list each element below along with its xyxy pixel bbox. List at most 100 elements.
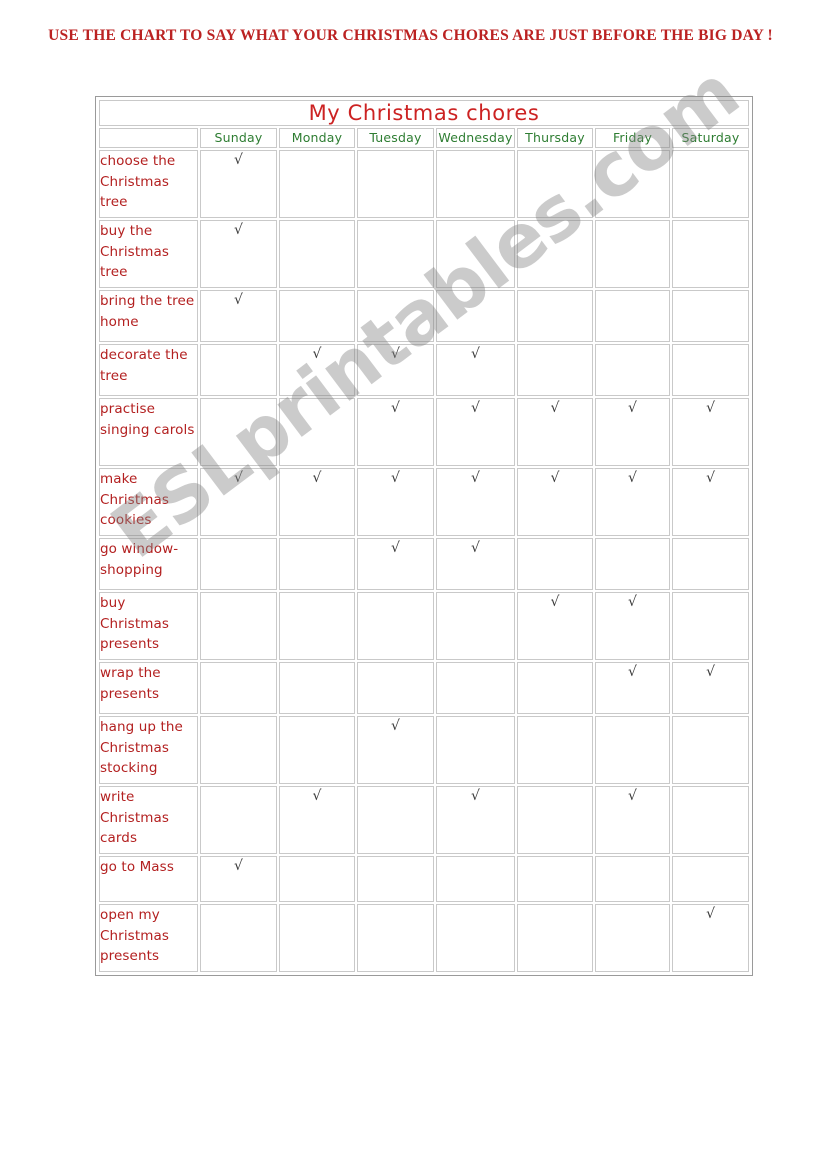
chore-check-cell[interactable]: √ [672,662,750,714]
chore-check-cell[interactable] [672,592,750,660]
chore-check-cell[interactable] [279,856,355,902]
chore-check-cell[interactable] [357,290,434,342]
chore-check-cell[interactable] [357,592,434,660]
chore-check-cell[interactable] [279,662,355,714]
chore-check-cell[interactable]: √ [595,468,670,536]
chore-check-cell[interactable] [672,538,750,590]
chore-check-cell[interactable] [279,220,355,288]
chore-check-cell[interactable] [279,716,355,784]
chore-check-cell[interactable]: √ [517,592,593,660]
chore-check-cell[interactable]: √ [672,904,750,972]
check-icon: √ [471,346,480,362]
check-icon: √ [706,400,715,416]
chore-check-cell[interactable]: √ [357,716,434,784]
chore-check-cell[interactable] [517,344,593,396]
chore-check-cell[interactable] [200,786,277,854]
chore-label: buy the Christmas tree [100,223,169,281]
chore-check-cell[interactable]: √ [357,398,434,466]
chore-check-cell[interactable]: √ [200,856,277,902]
check-icon: √ [234,152,243,168]
chore-check-cell[interactable]: √ [200,150,277,218]
chore-label: go to Mass [100,859,174,875]
chore-check-cell[interactable] [672,716,750,784]
chore-check-cell[interactable] [279,398,355,466]
chore-check-cell[interactable] [357,904,434,972]
chore-check-cell[interactable]: √ [672,398,750,466]
chore-check-cell[interactable] [595,538,670,590]
chore-check-cell[interactable] [595,150,670,218]
chore-check-cell[interactable] [672,290,750,342]
chore-check-cell[interactable] [672,150,750,218]
chore-label: make Christmas cookies [100,471,169,529]
chore-check-cell[interactable] [200,716,277,784]
chore-check-cell[interactable] [200,398,277,466]
chore-check-cell[interactable] [436,150,515,218]
chore-check-cell[interactable] [595,220,670,288]
chore-check-cell[interactable] [200,662,277,714]
chore-check-cell[interactable] [595,716,670,784]
chore-check-cell[interactable]: √ [200,468,277,536]
chore-check-cell[interactable] [595,856,670,902]
chore-check-cell[interactable]: √ [595,786,670,854]
chore-check-cell[interactable] [200,538,277,590]
chore-check-cell[interactable]: √ [517,468,593,536]
chore-check-cell[interactable]: √ [436,786,515,854]
chore-check-cell[interactable] [436,220,515,288]
chore-check-cell[interactable] [672,786,750,854]
chore-check-cell[interactable] [517,220,593,288]
chore-check-cell[interactable]: √ [672,468,750,536]
chore-check-cell[interactable]: √ [200,290,277,342]
chore-check-cell[interactable] [672,344,750,396]
chore-check-cell[interactable] [595,290,670,342]
chore-check-cell[interactable] [672,220,750,288]
chore-check-cell[interactable] [436,904,515,972]
chore-check-cell[interactable]: √ [595,592,670,660]
chore-check-cell[interactable]: √ [436,398,515,466]
chore-check-cell[interactable] [279,538,355,590]
chore-check-cell[interactable]: √ [200,220,277,288]
chore-check-cell[interactable] [517,290,593,342]
chore-check-cell[interactable] [279,592,355,660]
chore-check-cell[interactable] [436,290,515,342]
chore-check-cell[interactable]: √ [436,538,515,590]
chore-check-cell[interactable] [357,150,434,218]
chore-check-cell[interactable] [517,716,593,784]
chore-label-cell: wrap the presents [99,662,198,714]
chore-check-cell[interactable]: √ [357,468,434,536]
chore-check-cell[interactable] [517,150,593,218]
chore-check-cell[interactable]: √ [595,398,670,466]
chore-label-cell: choose the Christmas tree [99,150,198,218]
chore-check-cell[interactable] [200,592,277,660]
chore-check-cell[interactable] [357,662,434,714]
chore-check-cell[interactable]: √ [279,344,355,396]
chore-check-cell[interactable]: √ [436,468,515,536]
chore-check-cell[interactable] [357,856,434,902]
chore-check-cell[interactable] [279,150,355,218]
chore-check-cell[interactable]: √ [357,344,434,396]
chore-check-cell[interactable] [200,904,277,972]
chore-check-cell[interactable] [517,662,593,714]
chore-check-cell[interactable] [436,592,515,660]
chore-check-cell[interactable] [279,904,355,972]
check-icon: √ [628,400,637,416]
chore-check-cell[interactable] [279,290,355,342]
chore-check-cell[interactable]: √ [595,662,670,714]
chore-check-cell[interactable] [436,716,515,784]
chore-check-cell[interactable] [672,856,750,902]
chore-check-cell[interactable]: √ [279,468,355,536]
chore-check-cell[interactable] [517,904,593,972]
chore-check-cell[interactable] [200,344,277,396]
chore-check-cell[interactable]: √ [517,398,593,466]
chore-check-cell[interactable] [436,856,515,902]
chore-check-cell[interactable] [357,220,434,288]
chore-check-cell[interactable] [357,786,434,854]
chore-check-cell[interactable]: √ [436,344,515,396]
chore-check-cell[interactable] [436,662,515,714]
chore-check-cell[interactable] [595,344,670,396]
chore-check-cell[interactable]: √ [279,786,355,854]
chore-check-cell[interactable] [517,786,593,854]
chore-check-cell[interactable]: √ [357,538,434,590]
chore-check-cell[interactable] [517,856,593,902]
chore-check-cell[interactable] [595,904,670,972]
chore-check-cell[interactable] [517,538,593,590]
